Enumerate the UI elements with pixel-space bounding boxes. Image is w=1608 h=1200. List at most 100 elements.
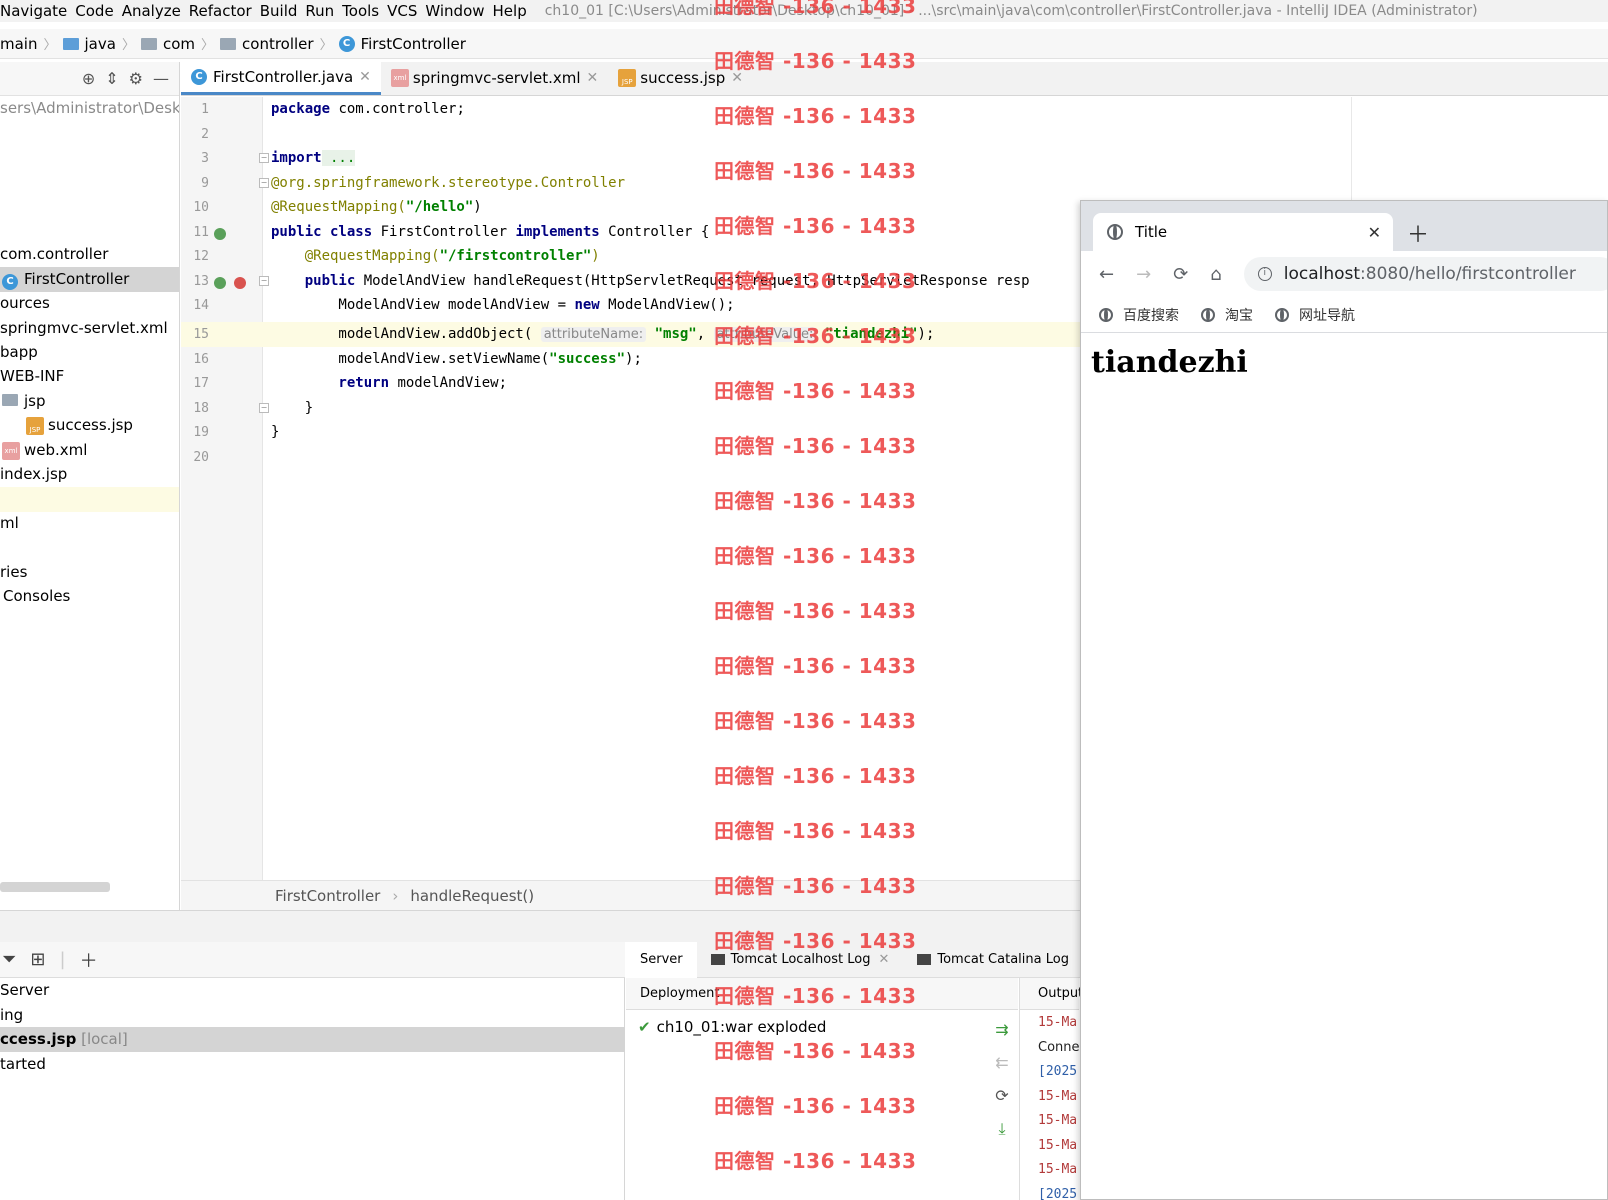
horizontal-scrollbar[interactable] — [0, 882, 110, 892]
tree-item-springmvc-servlet-xml[interactable]: springmvc-servlet.xml — [0, 316, 179, 341]
tab-success-jsp[interactable]: JSP success.jsp ✕ — [608, 61, 753, 95]
menu-help[interactable]: Help — [493, 2, 535, 20]
output-line: 15-Ma — [1038, 1089, 1078, 1104]
crumb-class[interactable]: FirstController — [275, 887, 380, 905]
address-bar[interactable]: i localhost:8080/hello/firstcontroller — [1243, 257, 1607, 291]
forward-icon[interactable]: → — [1136, 264, 1151, 285]
page-heading: tiandezhi — [1091, 345, 1248, 380]
bookmark-navigation[interactable]: 网址导航 — [1275, 305, 1355, 325]
locate-icon[interactable]: ⊕ — [82, 69, 95, 88]
fold-icon[interactable]: − — [259, 178, 269, 188]
tree-item-external-libraries[interactable]: ries — [0, 560, 179, 585]
browser-toolbar: ← → ⟳ ⌂ i localhost:8080/hello/firstcont… — [1081, 251, 1607, 297]
crumb-label: main — [0, 34, 38, 53]
output-console[interactable]: 15-Ma Conne [2025 15-Ma 15-Ma 15-Ma 15-M… — [1019, 1010, 1079, 1200]
fold-icon[interactable]: − — [259, 403, 269, 413]
refresh-icon[interactable]: ⟳ — [995, 1086, 1008, 1105]
tab-server[interactable]: Server — [626, 941, 697, 978]
fold-icon[interactable]: − — [259, 153, 269, 163]
browser-tab-strip: Title ✕ ＋ — [1081, 201, 1607, 251]
code-line-10: @RequestMapping("/hello") — [271, 195, 482, 220]
tab-label: Tomcat Localhost Log — [730, 952, 871, 967]
fold-icon[interactable]: − — [259, 276, 269, 286]
collapse-all-icon[interactable]: ⇕ — [105, 69, 118, 88]
menu-run[interactable]: Run — [305, 2, 342, 20]
group-icon[interactable]: ⊞ — [30, 949, 45, 970]
menu-window[interactable]: Window — [425, 2, 492, 20]
reload-icon[interactable]: ⟳ — [1173, 264, 1188, 285]
chevron-right-icon: 〉 — [121, 38, 135, 53]
info-icon[interactable]: i — [1257, 267, 1272, 281]
services-item-success-jsp[interactable]: ccess.jsp [local] — [0, 1027, 625, 1052]
home-icon[interactable]: ⌂ — [1210, 264, 1221, 285]
close-icon[interactable]: ✕ — [1368, 223, 1381, 242]
new-tab-icon[interactable]: ＋ — [1407, 217, 1429, 249]
tree-item-empty-highlight[interactable] — [0, 487, 179, 512]
close-icon[interactable]: ✕ — [359, 69, 371, 85]
crumb-com[interactable]: com 〉 — [140, 34, 220, 53]
tree-item-success-jsp[interactable]: JSP success.jsp — [0, 413, 179, 438]
tree-item-iml[interactable]: ml — [0, 511, 179, 536]
browser-tab[interactable]: Title ✕ — [1093, 213, 1393, 251]
tree-item-webapp[interactable]: bapp — [0, 340, 179, 365]
close-icon[interactable]: ✕ — [587, 70, 599, 86]
menu-code[interactable]: Code — [75, 2, 121, 20]
code-line-11: public class FirstController implements … — [271, 220, 709, 245]
tab-label: springmvc-servlet.xml — [412, 69, 581, 87]
menu-navigate[interactable]: Navigate — [0, 2, 75, 20]
code-line-12: @RequestMapping("/firstcontroller") — [271, 244, 600, 269]
services-item-tomcat-server[interactable]: Server — [0, 978, 625, 1003]
tree-item-web-inf[interactable]: WEB-INF — [0, 364, 179, 389]
undeploy-icon[interactable]: ⇇ — [995, 1053, 1008, 1072]
tree-item-label: web.xml — [24, 441, 88, 459]
crumb-firstcontroller[interactable]: C FirstController — [338, 35, 466, 53]
tree-item-index-jsp[interactable]: index.jsp — [0, 462, 179, 487]
gear-icon[interactable]: ⚙ — [129, 69, 143, 88]
menu-build[interactable]: Build — [260, 2, 306, 20]
crumb-main[interactable]: main 〉 — [0, 34, 63, 54]
tree-item-scratches-consoles[interactable]: Consoles — [0, 584, 179, 609]
redeploy-icon[interactable]: ⤓ — [998, 1119, 1005, 1139]
tab-springmvc-servlet-xml[interactable]: xml springmvc-servlet.xml ✕ — [381, 61, 608, 95]
back-icon[interactable]: ← — [1099, 264, 1114, 285]
close-icon[interactable]: ✕ — [878, 952, 889, 967]
bookmark-baidu[interactable]: 百度搜索 — [1099, 305, 1179, 325]
crumb-controller[interactable]: controller 〉 — [220, 34, 339, 53]
close-icon[interactable]: ✕ — [731, 70, 743, 86]
tab-tomcat-localhost-log[interactable]: Tomcat Localhost Log ✕ — [697, 942, 904, 978]
tree-item-jsp-folder[interactable]: jsp — [0, 389, 179, 414]
services-item-running[interactable]: ing — [0, 1003, 625, 1028]
code-line-17: return modelAndView; — [271, 371, 507, 396]
java-class-icon: C — [338, 35, 355, 52]
tree-item-resources[interactable]: ources — [0, 291, 179, 316]
chevron-right-icon: 〉 — [43, 38, 57, 53]
deploy-icon[interactable]: ⇉ — [995, 1020, 1008, 1039]
menu-analyze[interactable]: Analyze — [122, 2, 189, 20]
menu-tools[interactable]: Tools — [342, 2, 387, 20]
xml-file-icon: xml — [390, 69, 409, 87]
filter-icon[interactable]: ⏷ — [2, 949, 16, 970]
add-icon[interactable]: ＋ — [80, 947, 98, 973]
implements-method-icon[interactable] — [234, 277, 246, 289]
bookmark-taobao[interactable]: 淘宝 — [1201, 305, 1253, 325]
menu-refactor[interactable]: Refactor — [189, 2, 260, 20]
menu-vcs[interactable]: VCS — [387, 2, 425, 20]
deployment-item[interactable]: ✔ ch10_01:war exploded — [638, 1018, 826, 1036]
code-token: @org.springframework.stereotype.Controll… — [271, 175, 626, 191]
hide-icon[interactable]: — — [153, 69, 169, 88]
bean-icon[interactable] — [214, 228, 226, 240]
code-token[interactable]: ... — [321, 150, 356, 166]
tab-tomcat-catalina-log[interactable]: Tomcat Catalina Log — [903, 942, 1083, 978]
tree-item-com-controller[interactable]: com.controller — [0, 242, 179, 267]
crumb-method[interactable]: handleRequest() — [410, 887, 534, 905]
code-token: implements — [515, 224, 600, 240]
crumb-java[interactable]: java 〉 — [62, 34, 141, 53]
tab-firstcontroller-java[interactable]: C FirstController.java ✕ — [181, 61, 381, 95]
bean-icon[interactable] — [214, 277, 226, 289]
project-panel: ⊕ ⇕ ⚙ — sers\Administrator\Deskt com.con… — [0, 62, 180, 912]
tree-item-project-root[interactable]: sers\Administrator\Deskt — [0, 96, 179, 121]
tree-item-web-xml[interactable]: xml web.xml — [0, 438, 179, 463]
line-number: 18 — [193, 401, 209, 416]
tree-item-firstcontroller[interactable]: C FirstController — [0, 267, 179, 292]
services-item-started[interactable]: tarted — [0, 1052, 625, 1077]
